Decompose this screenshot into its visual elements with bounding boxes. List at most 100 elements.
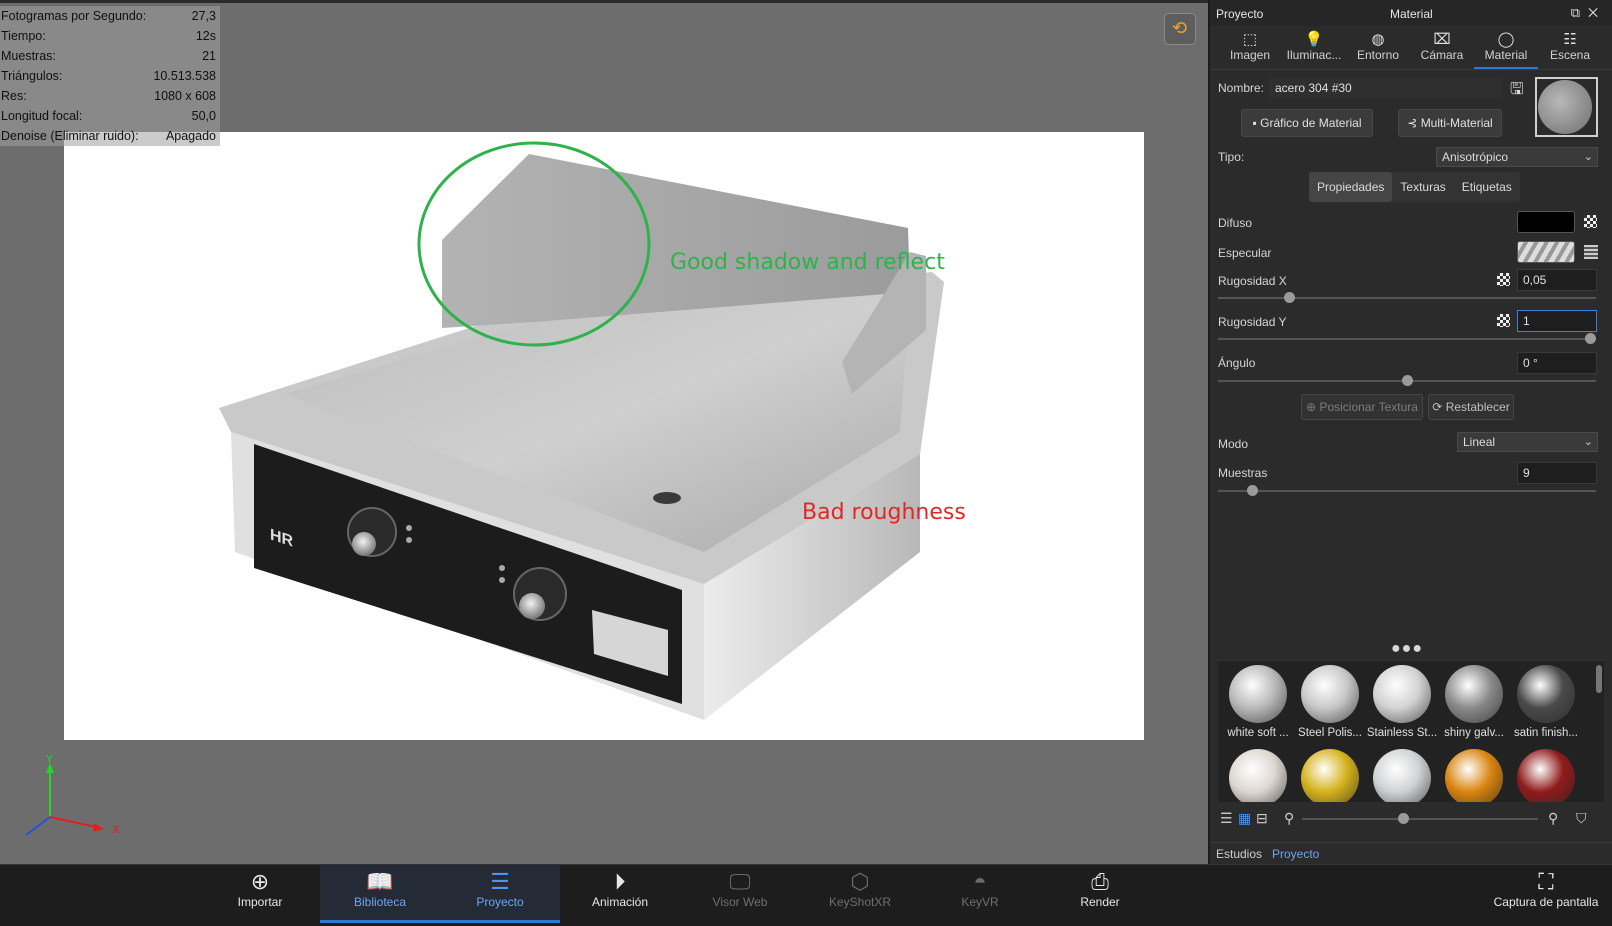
toolbar-proyecto-button[interactable]: ☰ Proyecto (440, 865, 560, 923)
samples-slider[interactable] (1218, 485, 1596, 496)
stat-value: 12s (195, 29, 216, 43)
tab-iluminac[interactable]: 💡 Iluminac... (1282, 26, 1346, 69)
tab-label: Escena (1549, 48, 1591, 62)
toolbar-biblioteca-button[interactable]: 📖 Biblioteca (320, 865, 440, 923)
type-select[interactable]: Anisotrópico ⌄ (1436, 147, 1598, 167)
toolbar-render-button[interactable]: ⎙ Render (1040, 865, 1160, 923)
target-icon: ⊕ (1306, 400, 1317, 414)
toolbar-importar-button[interactable]: ⊕ Importar (200, 865, 320, 923)
subtab-texturas[interactable]: Texturas (1392, 172, 1453, 202)
library-material-item[interactable] (1436, 749, 1512, 802)
stat-label: Fotogramas por Segundo: (1, 9, 147, 23)
render-icon: ⎙ (1091, 869, 1109, 894)
angle-label: Ángulo (1218, 356, 1256, 370)
roughness-y-input[interactable]: 1 (1517, 310, 1597, 332)
library-material-item[interactable] (1220, 749, 1296, 802)
tab-label: Iluminac... (1286, 48, 1342, 62)
tab-label: Imagen (1229, 48, 1271, 62)
material-name: satin finish... (1514, 727, 1578, 739)
toolbar-label: Visor Web (712, 895, 768, 909)
tab-cámara[interactable]: ⌧ Cámara (1410, 26, 1474, 69)
slider-knob[interactable] (1247, 485, 1259, 496)
material-graph-button[interactable]: ▪ Gráfico de Material (1241, 109, 1373, 137)
name-field[interactable]: acero 304 #30 (1269, 77, 1502, 99)
library-material-item[interactable]: Stainless St... (1364, 665, 1440, 739)
main-toolbar: ⛶ Captura de pantalla ⊕ Importar 📖 Bibliote… (0, 864, 1612, 926)
thumbnail-size-slider[interactable] (1302, 813, 1538, 824)
roughness-x-input[interactable]: 0,05 (1517, 269, 1597, 291)
material-thumbnail (1373, 749, 1431, 802)
library-material-item[interactable] (1364, 749, 1440, 802)
specular-map-icon[interactable] (1584, 245, 1598, 259)
tab-label: Cámara (1420, 48, 1464, 62)
grid-view-icon[interactable]: ▦ (1238, 810, 1251, 827)
filter-icon[interactable]: ⛉ (1576, 810, 1587, 827)
tab-imagen[interactable]: ⬚ Imagen (1218, 26, 1282, 69)
more-dots-icon[interactable]: ●●● (1391, 640, 1423, 658)
slider-knob[interactable] (1284, 292, 1296, 303)
axis-y-label: Y (45, 755, 53, 766)
slider-knob[interactable] (1398, 813, 1409, 824)
stats-overlay: Fotogramas por Segundo: 27,3 Tiempo: 12s Mue… (0, 6, 220, 146)
tab-studios[interactable]: Estudios (1216, 847, 1262, 861)
reset-button[interactable]: ⟳ Restablecer (1428, 394, 1514, 420)
zoom-out-icon[interactable]: ⚲ (1284, 810, 1294, 827)
toolbar-label: Biblioteca (353, 895, 407, 909)
stat-label: Res: (1, 89, 27, 103)
tab-entorno[interactable]: ◍ Entorno (1346, 26, 1410, 69)
screenshot-button[interactable]: ⛶ Captura de pantalla (1486, 865, 1606, 923)
material-icon: ◯ (1497, 31, 1515, 48)
material-preview[interactable] (1535, 77, 1598, 137)
cube-icon: ⬡ (850, 869, 870, 894)
diffuse-texture-icon[interactable] (1584, 215, 1597, 228)
slider-knob[interactable] (1401, 375, 1413, 386)
subtab-propiedades[interactable]: Propiedades (1309, 172, 1393, 202)
toolbar-visorweb-button[interactable]: 🖵 Visor Web (680, 865, 800, 923)
list-icon: ☰ (490, 869, 510, 894)
list-view-icon[interactable]: ☰ (1220, 810, 1233, 827)
mode-select[interactable]: Lineal ⌄ (1457, 432, 1598, 452)
roughness-x-texture-icon[interactable] (1497, 273, 1510, 286)
library-material-item[interactable]: white soft ... (1220, 665, 1296, 739)
toolbar-keyshotxr-button[interactable]: ⬡ KeyShotXR (800, 865, 920, 923)
roughness-y-slider[interactable] (1218, 333, 1596, 344)
slider-knob[interactable] (1585, 333, 1596, 344)
library-material-item[interactable]: satin finish... (1508, 665, 1584, 739)
multi-icon: ⊰ (1407, 116, 1418, 130)
window-controls[interactable]: ⧉✕ (1571, 5, 1606, 21)
roughness-y-texture-icon[interactable] (1497, 314, 1510, 327)
tree-view-icon[interactable]: ⊟ (1256, 810, 1268, 827)
library-material-item[interactable] (1292, 749, 1368, 802)
render-viewport[interactable]: HR Good shadow and reflect Bad roughness… (0, 0, 1208, 864)
toolbar-animación-button[interactable]: ⏵ Animación (560, 865, 680, 923)
samples-label: Muestras (1218, 466, 1268, 480)
angle-input[interactable]: 0 ° (1517, 352, 1597, 374)
library-scrollbar[interactable] (1596, 665, 1602, 693)
undock-icon[interactable]: ⧉ (1571, 5, 1588, 20)
library-material-item[interactable] (1508, 749, 1584, 802)
viewport-tool-button[interactable]: ⟲ (1164, 13, 1196, 45)
toolbar-keyvr-button[interactable]: ◓ KeyVR (920, 865, 1040, 923)
tab-material[interactable]: ◯ Material (1474, 26, 1538, 69)
save-icon[interactable]: 🖫 (1510, 78, 1524, 105)
subtab-etiquetas[interactable]: Etiquetas (1454, 172, 1520, 202)
diffuse-label: Difuso (1218, 216, 1253, 230)
diffuse-color-swatch[interactable] (1517, 211, 1575, 233)
stat-row: Denoise (Eliminar ruido): Apagado (0, 126, 220, 146)
angle-slider[interactable] (1218, 375, 1596, 386)
position-texture-button[interactable]: ⊕ Posicionar Textura (1301, 394, 1423, 420)
render-image[interactable]: HR Good shadow and reflect Bad roughness (64, 132, 1144, 740)
zoom-in-icon[interactable]: ⚲ (1548, 810, 1558, 827)
tab-escena[interactable]: ☷ Escena (1538, 26, 1602, 69)
samples-input[interactable]: 9 (1517, 462, 1597, 484)
close-icon[interactable]: ✕ (1588, 5, 1606, 20)
roughness-x-slider[interactable] (1218, 292, 1596, 303)
annotation-bad: Bad roughness (802, 500, 966, 525)
library-material-item[interactable]: shiny galv... (1436, 665, 1512, 739)
panel-title: Material (1390, 7, 1433, 21)
library-material-item[interactable]: Steel Polis... (1292, 665, 1368, 739)
tab-label: Material (1484, 48, 1528, 62)
multi-material-button[interactable]: ⊰ Multi-Material (1398, 109, 1502, 137)
specular-texture-swatch[interactable] (1517, 241, 1575, 263)
stat-label: Triángulos: (1, 69, 63, 83)
